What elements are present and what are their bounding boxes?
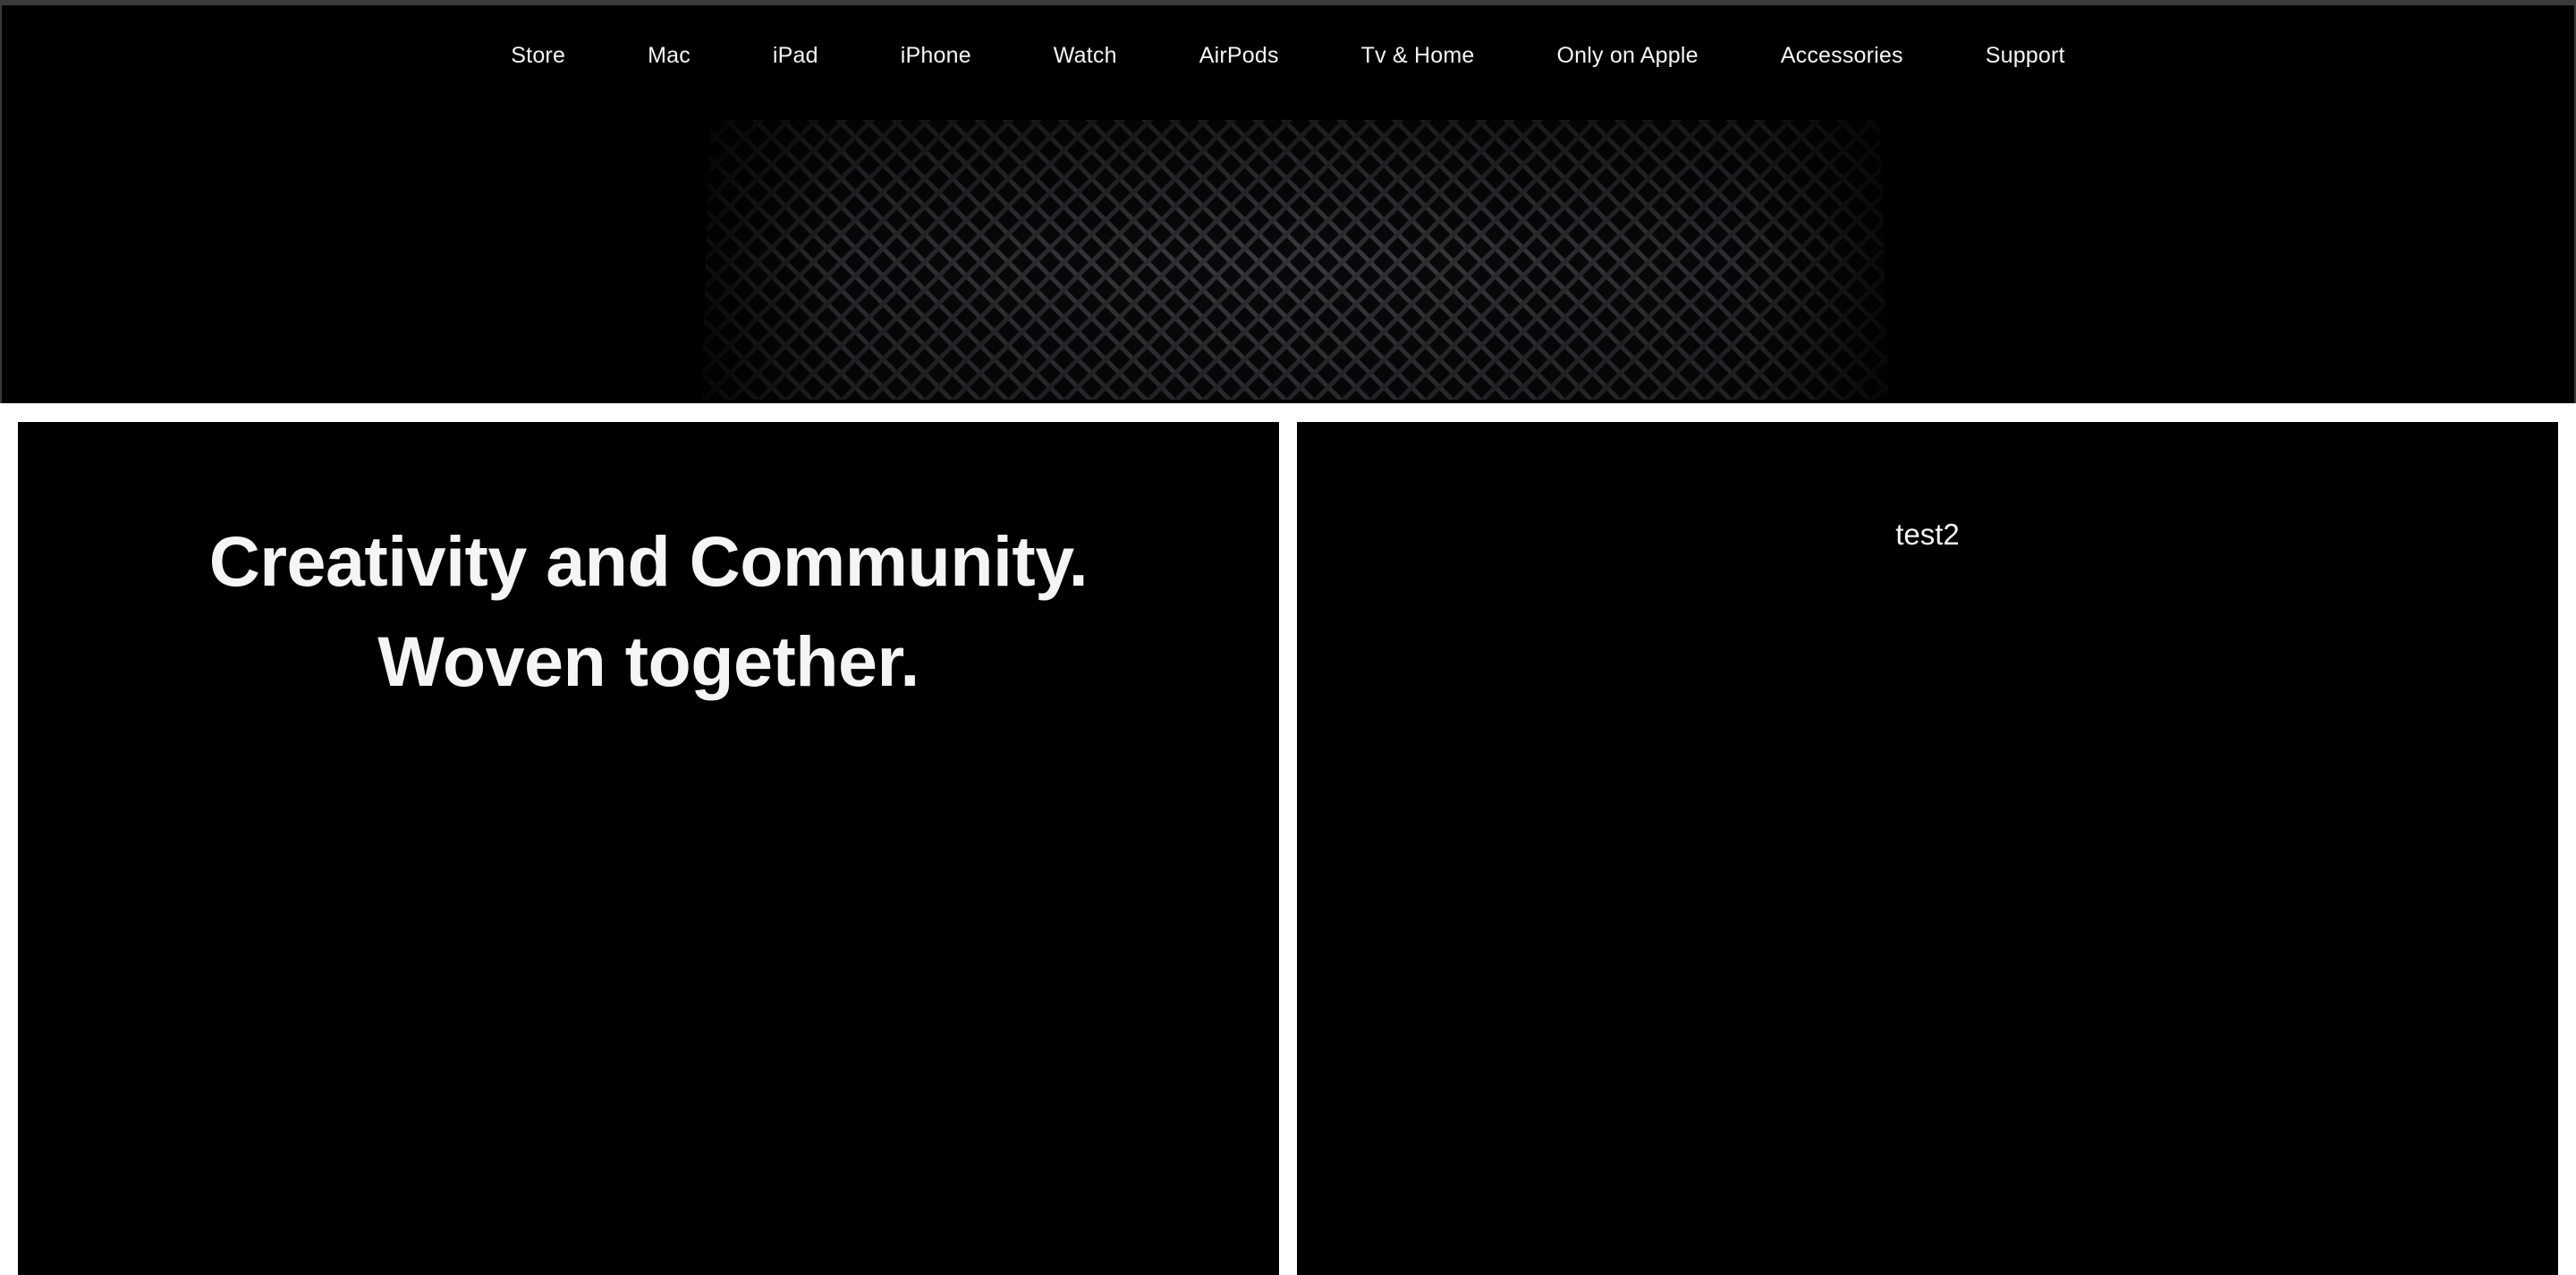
nav-item-ipad: iPad: [773, 43, 818, 69]
header-section: Store Mac iPad iPhone Watch AirPods Tv &…: [0, 0, 2576, 403]
nav-item-mac: Mac: [648, 43, 691, 69]
nav-item-accessories: Accessories: [1781, 43, 1903, 69]
nav-item-support: Support: [1986, 43, 2065, 69]
promo-panel-left: Creativity and Community. Woven together…: [18, 422, 1279, 1275]
headline-line-2: Woven together.: [377, 621, 919, 701]
headline-line-1: Creativity and Community.: [208, 521, 1089, 601]
nav-link-only-on-apple[interactable]: Only on Apple: [1556, 43, 1698, 68]
nav-link-accessories[interactable]: Accessories: [1781, 43, 1903, 68]
nav-item-watch: Watch: [1054, 43, 1117, 69]
nav-link-ipad[interactable]: iPad: [773, 43, 818, 68]
nav-link-airpods[interactable]: AirPods: [1199, 43, 1279, 68]
promo-headline: Creativity and Community. Woven together…: [18, 422, 1279, 712]
nav-list: Store Mac iPad iPhone Watch AirPods Tv &…: [470, 43, 2106, 69]
homepod-mesh-image: [702, 120, 1888, 400]
nav-link-store[interactable]: Store: [511, 43, 565, 68]
nav-link-iphone[interactable]: iPhone: [901, 43, 971, 68]
nav-item-only-on-apple: Only on Apple: [1556, 43, 1698, 69]
nav-item-airpods: AirPods: [1199, 43, 1279, 69]
nav-link-support[interactable]: Support: [1986, 43, 2065, 68]
nav-item-iphone: iPhone: [901, 43, 971, 69]
panel-text: test2: [1895, 518, 1960, 551]
promo-panel-right: test2: [1297, 422, 2558, 1275]
global-nav: Store Mac iPad iPhone Watch AirPods Tv &…: [2, 11, 2574, 100]
nav-item-store: Store: [511, 43, 565, 69]
nav-item-tv-home: Tv & Home: [1361, 43, 1475, 69]
nav-link-tv-home[interactable]: Tv & Home: [1361, 43, 1475, 68]
nav-link-mac[interactable]: Mac: [648, 43, 691, 68]
nav-link-watch[interactable]: Watch: [1054, 43, 1117, 68]
